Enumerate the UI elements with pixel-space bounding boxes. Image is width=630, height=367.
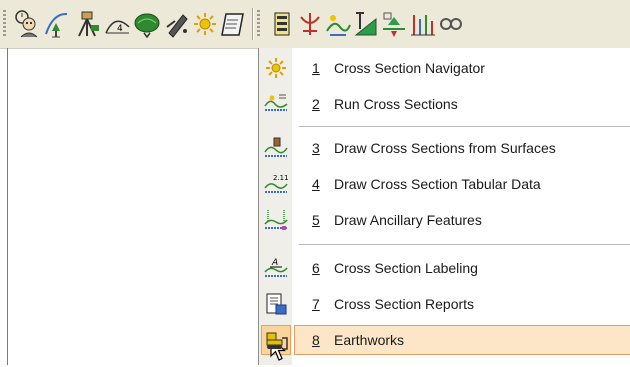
menu-item-number: 3 — [312, 140, 320, 156]
profile-curve-icon[interactable]: 4 — [102, 6, 132, 42]
menu-item-run-cross-sections[interactable]: 2 Run Cross Sections — [259, 88, 630, 120]
people-tools-icon[interactable] — [12, 6, 42, 42]
drawing-pane-border — [7, 48, 8, 365]
menu-separator — [299, 126, 630, 127]
navigator-sun-icon — [259, 52, 292, 84]
menu-item-number: 1 — [312, 60, 320, 76]
menu-item-number: 6 — [312, 260, 320, 276]
menu-item-draw-ancillary-features[interactable]: 5 Draw Ancillary Features — [259, 204, 630, 236]
earthworks-bulldozer-icon — [259, 324, 292, 356]
toolbar-grip-handle[interactable] — [257, 10, 260, 38]
design-tools-icon[interactable] — [162, 6, 192, 42]
alignment-station-icon[interactable] — [42, 6, 72, 42]
menu-item-label: Cross Section Navigator — [334, 60, 485, 76]
menu-item-number: 7 — [312, 296, 320, 312]
menu-item-label: Cross Section Labeling — [334, 260, 478, 276]
cross-sections-menu: 1 Cross Section Navigator 2 Run Cross Se… — [258, 48, 630, 365]
draw-surfaces-icon — [259, 132, 292, 164]
menu-item-label: Draw Ancillary Features — [334, 212, 482, 228]
menu-item-number: 8 — [312, 332, 320, 348]
menu-item-number: 2 — [312, 96, 320, 112]
svg-text:2.11: 2.11 — [273, 174, 288, 182]
menu-item-cross-section-labeling[interactable]: A 6 Cross Section Labeling — [259, 252, 630, 284]
labeling-icon: A — [259, 252, 292, 284]
tabular-data-icon: 2.11 — [259, 168, 292, 200]
slope-marker-icon[interactable] — [351, 6, 381, 42]
menu-item-label: Draw Cross Section Tabular Data — [334, 176, 541, 192]
menu-item-label: Cross Section Reports — [334, 296, 475, 312]
svg-text:4: 4 — [117, 24, 123, 34]
menu-item-number: 5 — [312, 212, 320, 228]
menu-item-draw-cross-sections-from-surfaces[interactable]: 3 Draw Cross Sections from Surfaces — [259, 132, 630, 164]
elevation-lines-icon[interactable] — [407, 6, 437, 42]
toolbar-separator — [252, 8, 253, 40]
more-tools-icon[interactable] — [435, 6, 465, 42]
menu-item-cross-section-reports[interactable]: 7 Cross Section Reports — [259, 288, 630, 320]
cross-section-sun-icon[interactable] — [190, 6, 220, 42]
survey-equipment-icon[interactable] — [72, 6, 102, 42]
section-split-icon[interactable] — [295, 6, 325, 42]
menu-item-cross-section-navigator[interactable]: 1 Cross Section Navigator — [259, 52, 630, 84]
surface-terrain-icon[interactable] — [132, 6, 162, 42]
earthwork-arrows-icon[interactable] — [379, 6, 409, 42]
main-toolbar: 4 — [0, 0, 630, 49]
grading-icon[interactable] — [323, 6, 353, 42]
sheet-report-icon[interactable] — [267, 6, 297, 42]
notes-book-icon[interactable] — [218, 6, 248, 42]
reports-icon — [259, 288, 292, 320]
menu-item-number: 4 — [312, 176, 320, 192]
menu-item-draw-cross-section-tabular-data[interactable]: 2.11 4 Draw Cross Section Tabular Data — [259, 168, 630, 200]
menu-item-label: Earthworks — [334, 332, 405, 348]
menu-item-label: Run Cross Sections — [334, 96, 458, 112]
menu-separator — [299, 244, 630, 245]
menu-item-label: Draw Cross Sections from Surfaces — [334, 140, 556, 156]
run-sections-icon — [259, 88, 292, 120]
ancillary-features-icon — [259, 204, 292, 236]
toolbar-grip-handle[interactable] — [3, 10, 6, 38]
menu-item-earthworks[interactable]: 8 Earthworks — [259, 324, 630, 356]
